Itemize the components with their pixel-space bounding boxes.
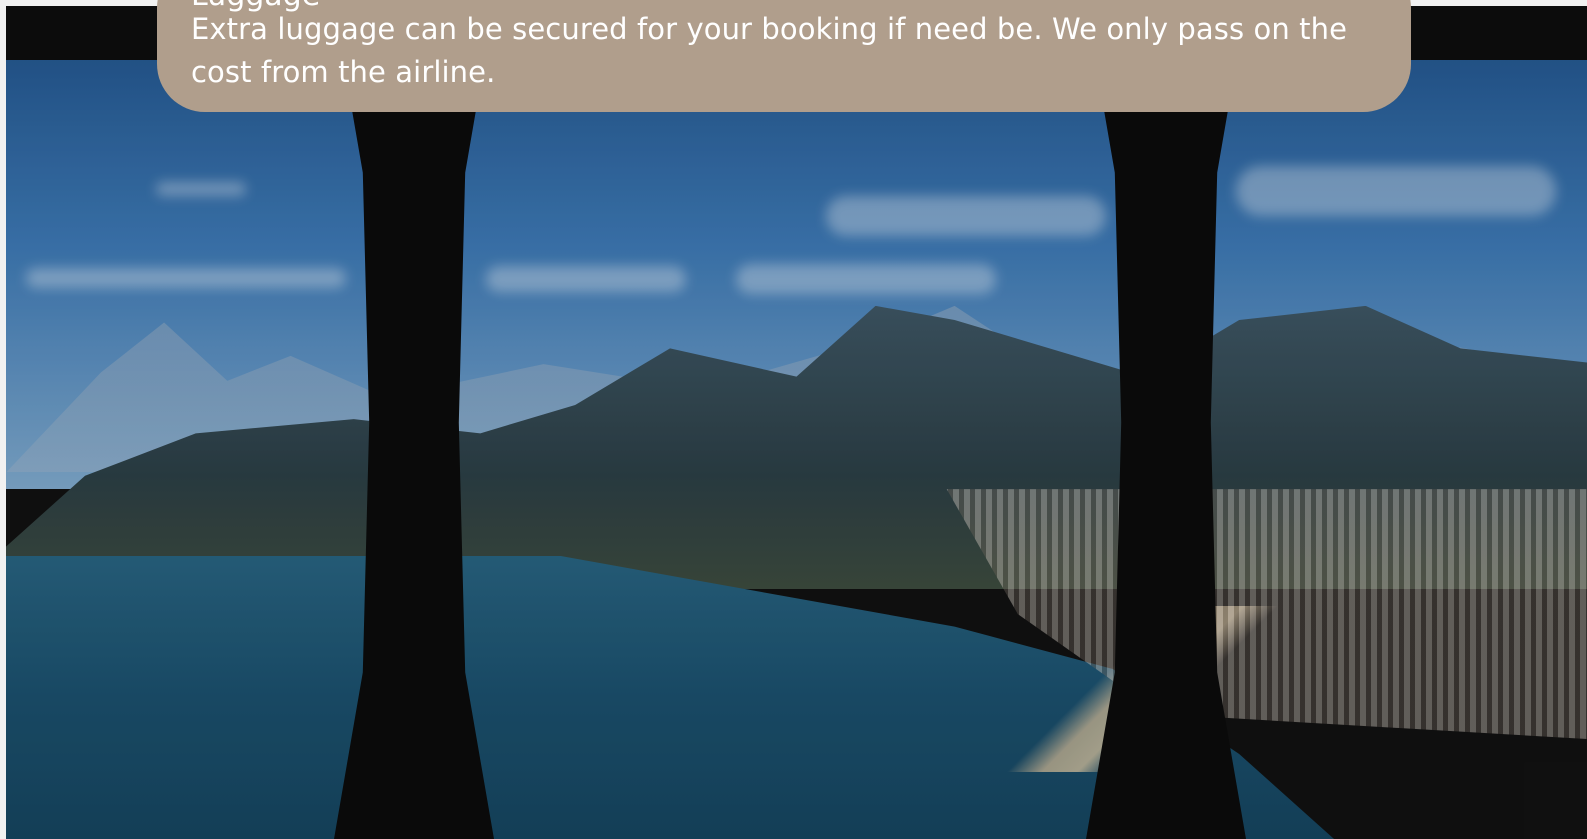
luggage-info-card: Luggage Extra luggage can be secured for… (157, 0, 1411, 112)
page: Luggage Extra luggage can be secured for… (0, 0, 1587, 839)
image-overlay (6, 6, 1587, 839)
card-body-text: Extra luggage can be secured for your bo… (191, 12, 1348, 89)
hero-background-image (6, 6, 1587, 839)
